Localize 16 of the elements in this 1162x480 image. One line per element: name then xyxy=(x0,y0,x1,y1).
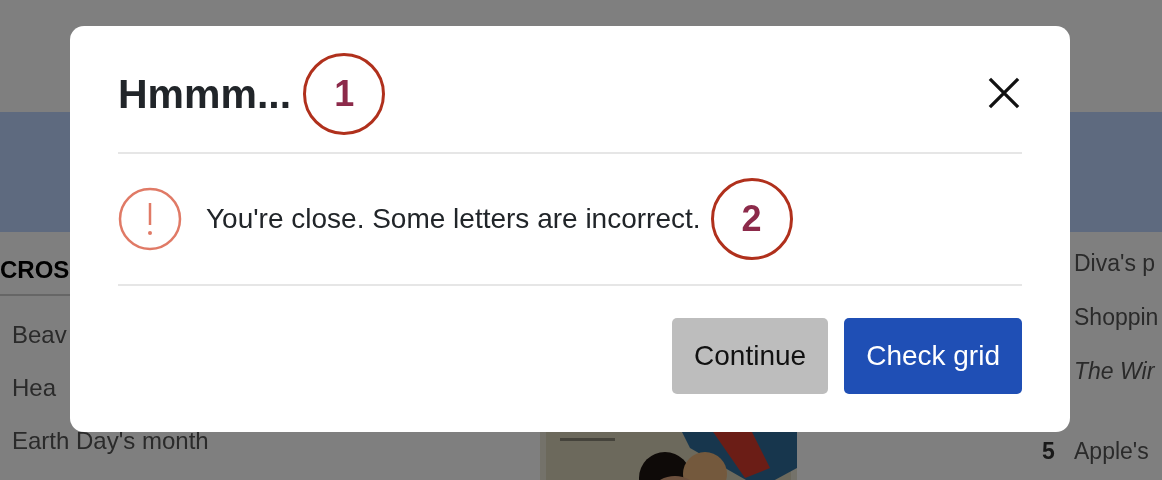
section-heading: CROS xyxy=(0,256,70,283)
clue-text[interactable]: Apple's xyxy=(1074,437,1149,465)
close-icon[interactable] xyxy=(988,77,1020,109)
clue-text[interactable]: Diva's p xyxy=(1074,249,1156,277)
dialog-title: Hmmm... xyxy=(118,70,292,118)
clue-text[interactable]: Hea xyxy=(12,373,57,402)
dialog-message: You're close. Some letters are incorrect. xyxy=(206,203,701,235)
annotation-marker: 1 xyxy=(303,53,386,135)
continue-button[interactable]: Continue xyxy=(672,318,829,394)
clue-text[interactable]: The Wir xyxy=(1074,357,1155,385)
warning-icon xyxy=(118,187,182,251)
clue-text[interactable]: Beav xyxy=(12,320,67,349)
clue-text[interactable]: Shoppin xyxy=(1074,303,1159,331)
annotation-marker: 2 xyxy=(710,178,793,260)
clue-number: 5 xyxy=(1042,437,1056,465)
check-button[interactable]: Check grid xyxy=(844,318,1022,394)
